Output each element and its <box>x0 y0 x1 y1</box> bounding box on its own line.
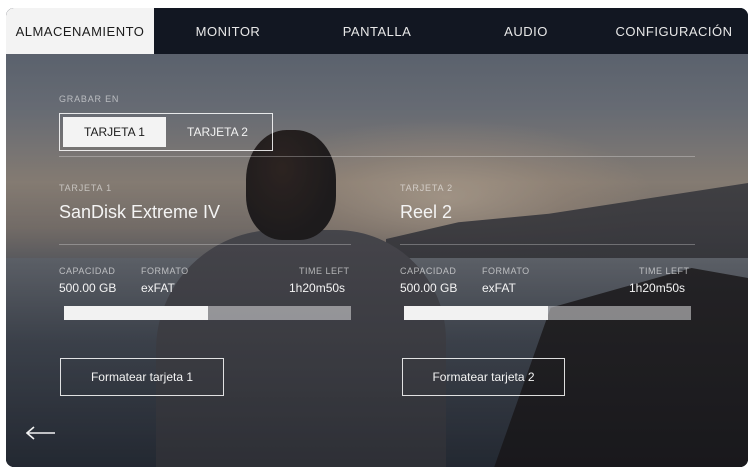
card-1-usage-fill <box>64 306 208 320</box>
card-2-time-left-value: 1h20m50s <box>629 281 686 295</box>
record-to-card-2-button[interactable]: TARJETA 2 <box>166 117 269 147</box>
card-2-capacity-value: 500.00 GB <box>400 281 458 295</box>
card-2-time-left-label: TIME LEFT <box>639 266 690 276</box>
card-1-time-left-label: TIME LEFT <box>299 266 350 276</box>
card-1-usage-bar <box>64 306 351 320</box>
format-card-1-button[interactable]: Formatear tarjeta 1 <box>60 358 224 396</box>
record-to-card-1-button[interactable]: TARJETA 1 <box>63 117 166 147</box>
card-2-format-value: exFAT <box>482 281 516 295</box>
card-2-usage-bar <box>404 306 691 320</box>
camera-screen: ALMACENAMIENTO MONITOR PANTALLA AUDIO CO… <box>6 8 748 467</box>
format-card-2-button[interactable]: Formatear tarjeta 2 <box>402 358 565 396</box>
storage-panel: GRABAR EN TARJETA 1 TARJETA 2 TARJETA 1 … <box>6 8 748 467</box>
divider <box>400 244 695 245</box>
arrow-left-icon[interactable] <box>26 426 56 440</box>
divider <box>59 156 695 157</box>
card-2-format-label: FORMATO <box>482 266 530 276</box>
record-to-label: GRABAR EN <box>59 94 120 104</box>
card-1-format-label: FORMATO <box>141 266 189 276</box>
card-1-capacity-value: 500.00 GB <box>59 281 117 295</box>
card-1-slot-label: TARJETA 1 <box>59 183 112 193</box>
card-2-name: Reel 2 <box>400 202 453 222</box>
card-2-capacity-label: CAPACIDAD <box>400 266 457 276</box>
card-2-slot-label: TARJETA 2 <box>400 183 453 193</box>
record-to-selector: TARJETA 1 TARJETA 2 <box>59 113 273 151</box>
card-1-capacity-label: CAPACIDAD <box>59 266 116 276</box>
card-2-usage-fill <box>404 306 548 320</box>
card-1-format-value: exFAT <box>141 281 175 295</box>
card-1-time-left-value: 1h20m50s <box>289 281 346 295</box>
card-1-name: SanDisk Extreme IV <box>59 202 221 222</box>
divider <box>59 244 351 245</box>
